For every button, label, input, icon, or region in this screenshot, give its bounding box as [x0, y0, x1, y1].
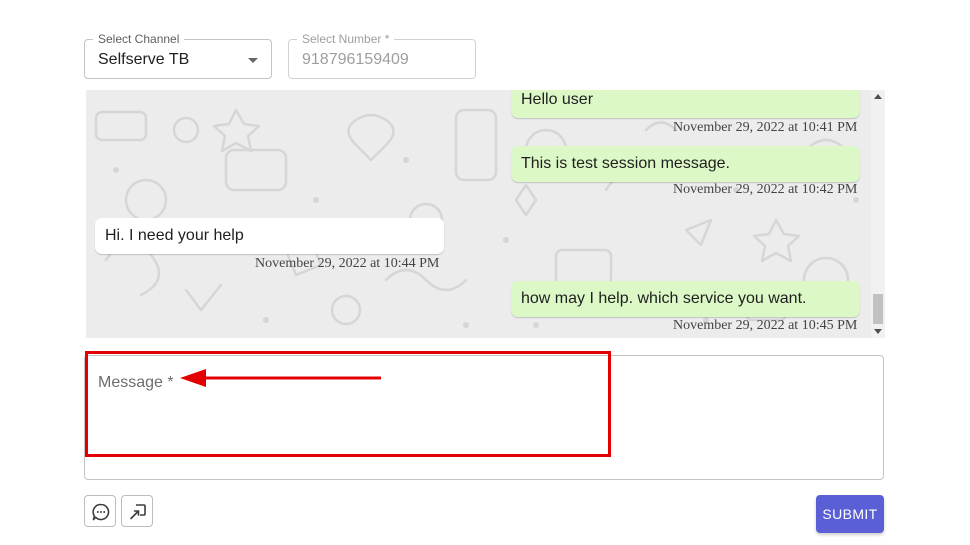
select-number-label: Select Number *	[297, 32, 395, 46]
chat-bubble-icon	[92, 503, 110, 521]
annotation-arrow-icon	[180, 369, 381, 387]
message-text: Hi. I need your help	[105, 227, 244, 244]
select-number-field: Select Number * 918796159409	[288, 32, 476, 79]
attach-file-icon	[130, 504, 146, 520]
message-bubble-incoming: Hi. I need your help	[95, 218, 444, 254]
select-channel-value: Selfserve TB	[98, 51, 190, 68]
message-bubble-outgoing: how may I help. which service you want.	[511, 281, 860, 317]
message-timestamp: November 29, 2022 at 10:41 PM	[673, 120, 858, 135]
submit-button[interactable]: SUBMIT	[816, 495, 884, 533]
chat-template-button[interactable]	[84, 495, 116, 527]
message-timestamp: November 29, 2022 at 10:42 PM	[673, 182, 858, 197]
message-text: This is test session message.	[521, 155, 730, 172]
scroll-down-arrow-icon[interactable]	[874, 329, 882, 334]
message-bubble-outgoing: Hello user	[511, 90, 860, 118]
select-channel-label: Select Channel	[93, 32, 185, 46]
message-timestamp: November 29, 2022 at 10:45 PM	[673, 318, 858, 333]
message-bubble-outgoing: This is test session message.	[511, 146, 860, 182]
message-text: how may I help. which service you want.	[521, 290, 807, 307]
chat-scrollbar[interactable]	[871, 90, 885, 338]
scroll-up-arrow-icon[interactable]	[874, 94, 882, 99]
message-text: Hello user	[521, 91, 594, 108]
select-number-value: 918796159409	[302, 51, 409, 68]
message-timestamp: November 29, 2022 at 10:44 PM	[255, 256, 440, 271]
attach-file-button[interactable]	[121, 495, 153, 527]
scrollbar-thumb[interactable]	[873, 294, 883, 324]
chat-conversation-panel[interactable]: Hello user November 29, 2022 at 10:41 PM…	[86, 90, 871, 338]
dropdown-arrow-icon[interactable]	[248, 58, 258, 63]
select-channel-dropdown[interactable]: Select Channel Selfserve TB	[84, 32, 272, 79]
